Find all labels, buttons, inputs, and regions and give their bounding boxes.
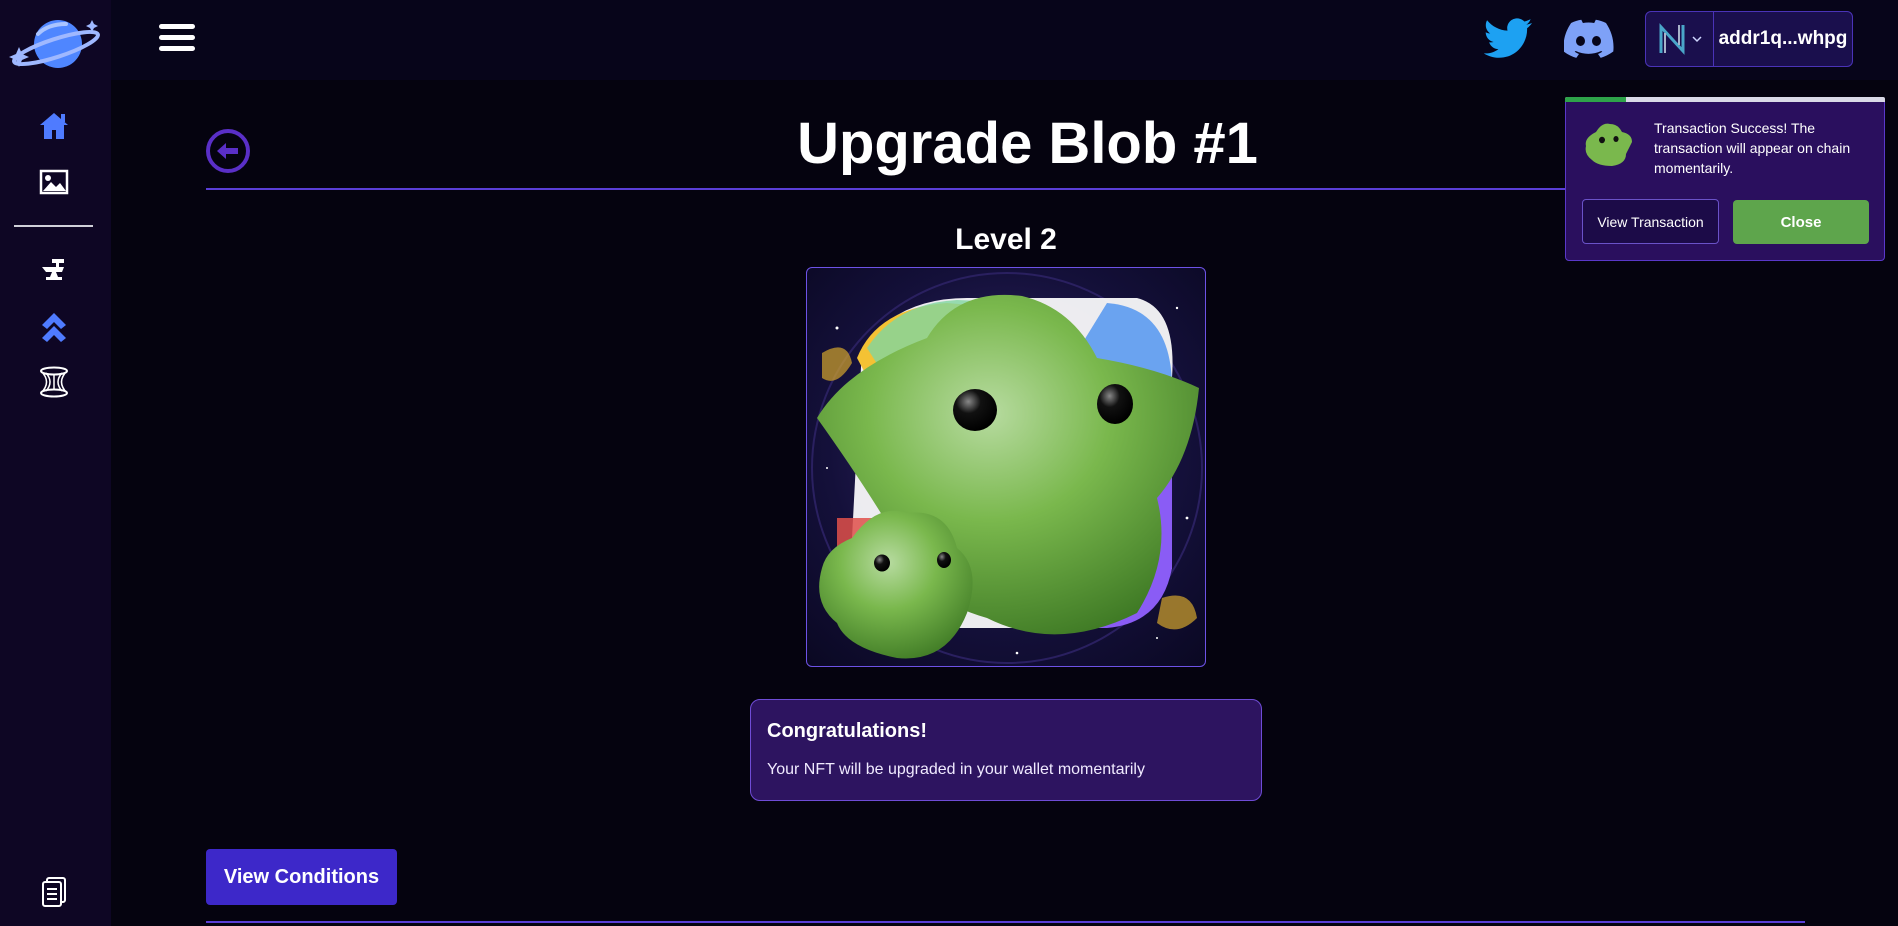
nft-image	[806, 267, 1206, 667]
twitter-icon[interactable]	[1484, 16, 1534, 62]
nami-wallet-icon	[1659, 23, 1684, 55]
chevron-down-icon	[1691, 36, 1702, 43]
upgrade-icon[interactable]	[36, 308, 72, 344]
toast-progress-fill	[1565, 97, 1626, 102]
view-conditions-button[interactable]: View Conditions	[206, 849, 397, 905]
congrats-title: Congratulations!	[767, 720, 927, 742]
toast-progress-bar	[1565, 97, 1885, 102]
top-bar	[111, 0, 1898, 80]
bottom-divider	[206, 921, 1805, 923]
docs-icon[interactable]	[36, 874, 72, 910]
blob-avatar-icon	[1585, 123, 1632, 166]
sidebar-divider	[14, 225, 93, 227]
wallet-selector[interactable]	[1646, 12, 1714, 66]
view-transaction-button[interactable]: View Transaction	[1582, 199, 1719, 244]
wallet-address[interactable]: addr1q...whpg	[1714, 28, 1852, 50]
transaction-toast: Transaction Success! The transaction wil…	[1565, 97, 1885, 261]
planet-logo-icon[interactable]	[8, 16, 100, 74]
congrats-message: Your NFT will be upgraded in your wallet…	[767, 761, 1145, 778]
wallet-connector: addr1q...whpg	[1645, 11, 1853, 67]
discord-icon[interactable]	[1564, 16, 1614, 62]
congrats-panel: Congratulations! Your NFT will be upgrad…	[750, 699, 1262, 801]
home-icon[interactable]	[36, 108, 72, 144]
forge-icon[interactable]	[36, 253, 72, 289]
menu-icon[interactable]	[159, 24, 199, 56]
close-button[interactable]: Close	[1733, 200, 1869, 244]
gallery-icon[interactable]	[36, 164, 72, 200]
level-label: Level 2	[955, 223, 1057, 256]
toast-message: Transaction Success! The transaction wil…	[1654, 120, 1851, 176]
portal-icon[interactable]	[36, 364, 72, 400]
sidebar	[0, 0, 111, 926]
